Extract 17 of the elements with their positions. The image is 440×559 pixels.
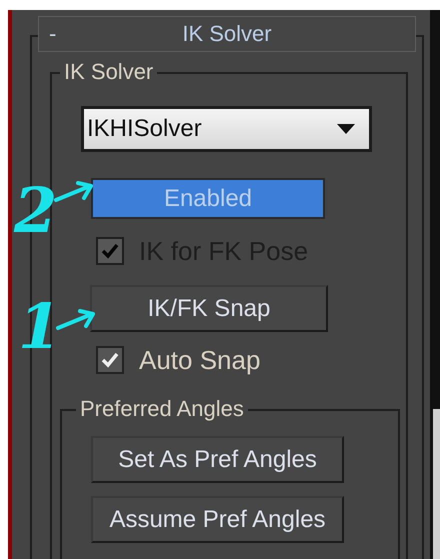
scrollbar[interactable] (430, 10, 440, 559)
checkmark-icon (101, 352, 119, 368)
rollout-header[interactable]: - IK Solver (38, 16, 416, 52)
checkbox[interactable] (96, 346, 124, 374)
annotation-number: 1 (18, 296, 62, 358)
ik-fk-snap-button[interactable]: IK/FK Snap (90, 285, 328, 332)
annotation-number: 2 (14, 180, 58, 242)
scrollbar-thumb[interactable] (433, 409, 440, 559)
collapse-glyph: - (49, 23, 56, 45)
solver-dropdown[interactable]: IKHISolver (81, 106, 372, 152)
checkmark-icon (101, 243, 119, 259)
caret-icon (337, 124, 355, 134)
rollout-title: IK Solver (182, 23, 272, 45)
dropdown-value: IKHISolver (87, 117, 202, 141)
checkbox-label: Auto Snap (139, 347, 260, 373)
pref-angles-button[interactable]: Assume Pref Angles (91, 496, 344, 543)
pref-angles-button[interactable]: Set As Pref Angles (91, 436, 344, 483)
